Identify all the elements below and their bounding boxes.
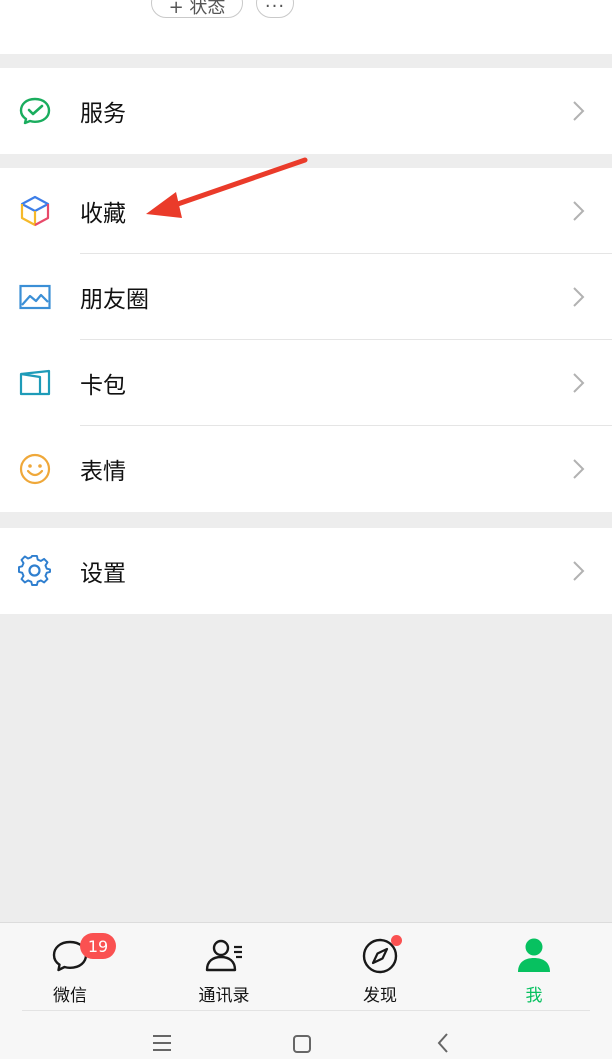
card-icon <box>19 369 51 396</box>
person-icon <box>518 938 550 972</box>
status-button[interactable]: + 状态 <box>151 0 243 18</box>
menu-item-stickers[interactable]: 表情 <box>0 426 612 512</box>
new-content-dot <box>391 935 402 946</box>
tab-chats[interactable]: 19 微信 <box>10 923 130 1011</box>
menu-label-settings: 设置 <box>80 561 126 587</box>
smiley-icon <box>19 453 51 485</box>
menu-label-stickers: 表情 <box>80 459 126 485</box>
menu-item-moments[interactable]: 朋友圈 <box>0 254 612 340</box>
menu-item-cards[interactable]: 卡包 <box>0 340 612 426</box>
unread-badge: 19 <box>80 933 116 959</box>
tab-label-contacts: 通讯录 <box>198 986 250 1006</box>
menu-item-favorites[interactable]: 收藏 <box>0 168 612 254</box>
gear-icon <box>18 554 51 586</box>
chevron-right-icon <box>573 201 585 221</box>
tab-label-chats: 微信 <box>53 986 87 1006</box>
home-icon[interactable] <box>292 1034 312 1054</box>
cube-icon <box>20 195 50 227</box>
back-icon[interactable] <box>436 1032 450 1054</box>
profile-card: + 状态 ··· <box>0 0 612 54</box>
tab-label-discover: 发现 <box>363 986 397 1006</box>
menu-label-favorites: 收藏 <box>80 201 126 227</box>
chevron-right-icon <box>573 287 585 307</box>
menu-icon[interactable] <box>152 1034 172 1052</box>
menu-label-cards: 卡包 <box>80 373 126 399</box>
menu-label-services: 服务 <box>80 101 126 127</box>
chevron-right-icon <box>573 561 585 581</box>
bottom-tab-bar: 19 微信 通讯录 发现 我 <box>0 922 612 1010</box>
menu-label-moments: 朋友圈 <box>80 287 149 313</box>
system-nav-bar <box>0 1010 612 1059</box>
more-button[interactable]: ··· <box>256 0 294 18</box>
menu-item-settings[interactable]: 设置 <box>0 528 612 614</box>
settings-group: 设置 <box>0 528 612 614</box>
contacts-icon <box>205 939 242 972</box>
nav-separator <box>22 1010 590 1011</box>
chevron-right-icon <box>573 373 585 393</box>
picture-icon <box>19 284 51 310</box>
features-group: 收藏 朋友圈 卡包 表情 <box>0 168 612 512</box>
tab-discover[interactable]: 发现 <box>320 923 440 1011</box>
chevron-right-icon <box>573 101 585 121</box>
chevron-right-icon <box>573 459 585 479</box>
tab-me[interactable]: 我 <box>474 923 594 1011</box>
services-group: 服务 <box>0 68 612 154</box>
wechat-pay-check-icon <box>19 97 51 125</box>
tab-label-me: 我 <box>525 986 543 1006</box>
menu-item-services[interactable]: 服务 <box>0 68 612 154</box>
tab-contacts[interactable]: 通讯录 <box>164 923 284 1011</box>
